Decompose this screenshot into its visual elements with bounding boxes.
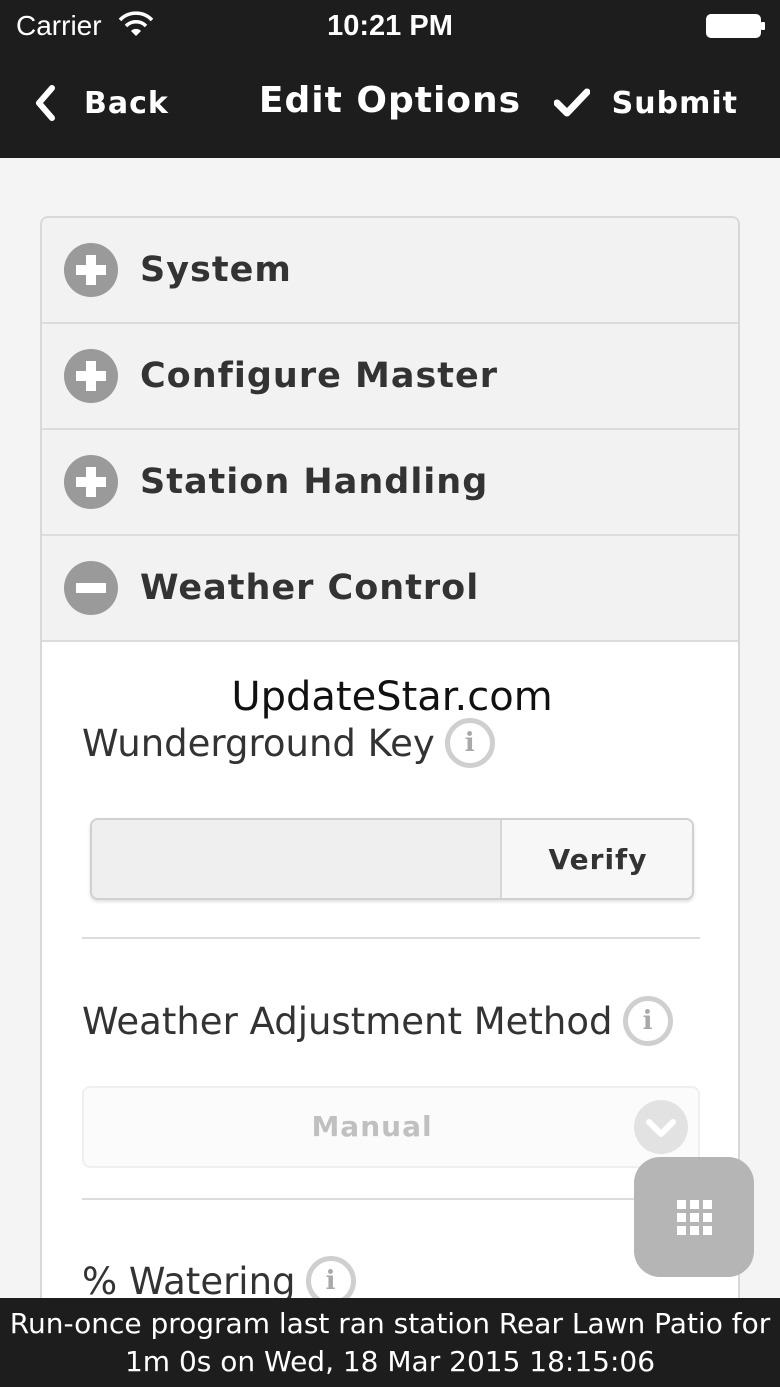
plus-icon <box>64 243 118 297</box>
options-accordion: System Configure Master Station Handling… <box>40 216 740 1306</box>
notification-line-2: 1m 0s on Wed, 18 Mar 2015 18:15:06 <box>124 1345 656 1378</box>
divider <box>82 937 700 939</box>
grid-icon <box>676 1199 712 1235</box>
watering-text: % Watering <box>82 1259 296 1303</box>
submit-button[interactable]: Submit <box>553 80 738 126</box>
weather-adjustment-label: Weather Adjustment Method i <box>82 996 673 1046</box>
section-configure-master[interactable]: Configure Master <box>42 324 738 430</box>
status-time: 10:21 PM <box>327 10 453 42</box>
info-icon[interactable]: i <box>622 996 673 1046</box>
submit-label: Submit <box>611 85 738 121</box>
battery-icon <box>706 14 765 38</box>
wunderground-key-label: Wunderground Key i <box>82 718 495 768</box>
notification-footer: Run-once program last ran station Rear L… <box>0 1298 780 1387</box>
section-label: Station Handling <box>140 462 489 502</box>
watermark-text: UpdateStar.com <box>231 674 553 720</box>
section-system[interactable]: System <box>42 218 738 324</box>
notification-line-1: Run-once program last ran station Rear L… <box>9 1307 771 1340</box>
chevron-down-icon <box>634 1100 688 1154</box>
section-label: Configure Master <box>140 356 499 396</box>
minus-icon <box>64 561 118 615</box>
wunderground-key-input[interactable] <box>92 820 500 898</box>
select-value: Manual <box>311 1110 433 1143</box>
verify-button[interactable]: Verify <box>500 820 692 898</box>
section-label: System <box>140 250 292 290</box>
wunderground-key-text: Wunderground Key <box>82 721 435 765</box>
weather-adjustment-text: Weather Adjustment Method <box>82 999 613 1043</box>
status-bar: Carrier 10:21 PM <box>0 0 780 54</box>
plus-icon <box>64 455 118 509</box>
divider <box>82 1198 700 1200</box>
nav-bar: Back Edit Options Submit <box>0 54 780 158</box>
checkmark-icon <box>553 88 590 117</box>
info-icon[interactable]: i <box>444 718 495 768</box>
weather-adjustment-select[interactable]: Manual <box>82 1086 700 1168</box>
grid-menu-button[interactable] <box>634 1157 754 1277</box>
section-weather-control[interactable]: Weather Control <box>42 536 738 642</box>
section-station-handling[interactable]: Station Handling <box>42 430 738 536</box>
top-bar: Carrier 10:21 PM Back Edit Options Submi… <box>0 0 780 158</box>
plus-icon <box>64 349 118 403</box>
wunderground-key-group: Verify <box>90 818 694 900</box>
section-label: Weather Control <box>140 568 480 608</box>
